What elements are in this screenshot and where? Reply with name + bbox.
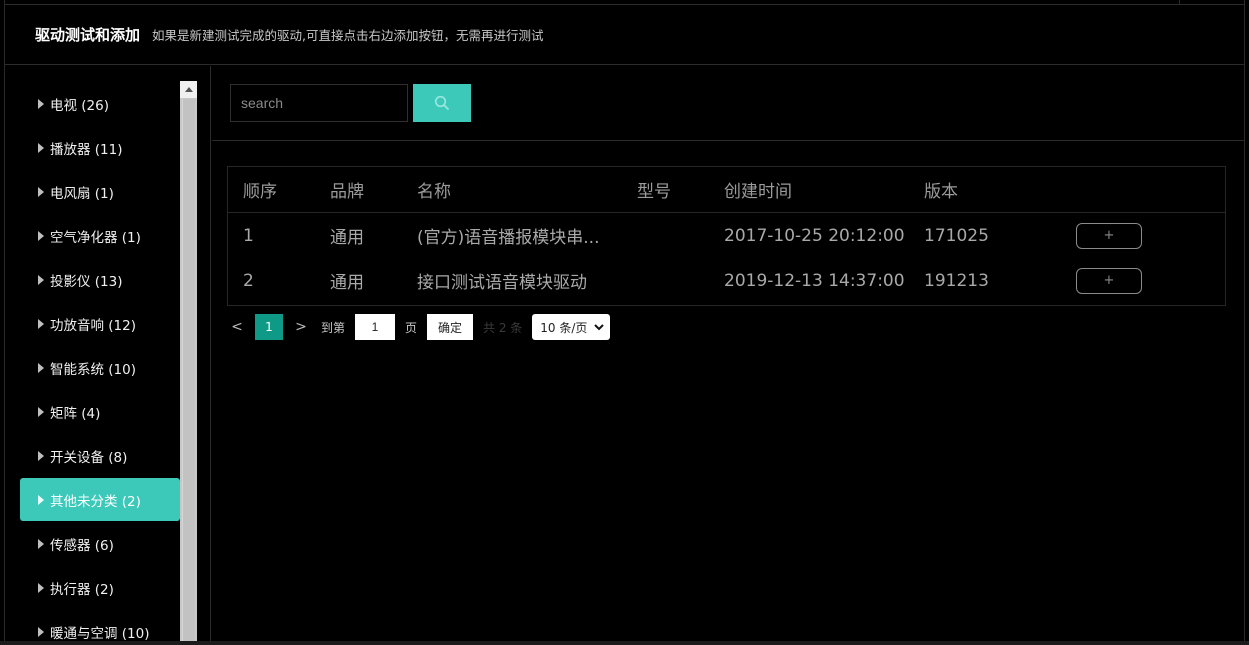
- chevron-down-icon: [594, 324, 605, 331]
- sidebar-item-fan[interactable]: 电风扇 (1): [20, 170, 180, 213]
- search-icon: [434, 95, 449, 110]
- page-header: 驱动测试和添加 如果是新建测试完成的驱动,可直接点击右边添加按钮，无需再进行测试: [5, 5, 1244, 65]
- caret-right-icon: [38, 98, 44, 109]
- main-content: 顺序 品牌 名称 型号 创建时间 版本 1 通用 (官方)语音播报模块串... …: [212, 66, 1245, 645]
- row-version: 191213: [924, 270, 989, 291]
- sidebar-item-label: 执行器 (2): [50, 581, 114, 598]
- page-unit-label: 页: [405, 320, 418, 335]
- row-created: 2019-12-13 14:37:00: [724, 270, 905, 291]
- caret-right-icon: [38, 142, 44, 153]
- goto-label: 到第: [321, 320, 346, 335]
- sidebar-item-label: 空气净化器 (1): [50, 229, 141, 246]
- sidebar-item-label: 其他未分类 (2): [50, 493, 141, 510]
- column-header-created: 创建时间: [724, 182, 792, 202]
- row-created: 2017-10-25 20:12:00: [724, 225, 905, 246]
- search-bar: [212, 66, 1245, 141]
- category-list: 电视 (26) 播放器 (11) 电风扇 (1) 空气净化器 (1) 投影仪 (…: [20, 82, 180, 645]
- sidebar-item-label: 投影仪 (13): [50, 273, 123, 290]
- sidebar-item-label: 开关设备 (8): [50, 449, 128, 466]
- goto-page-input[interactable]: [355, 314, 396, 340]
- row-name: 接口测试语音模块驱动: [417, 273, 587, 293]
- sidebar-item-label: 功放音响 (12): [50, 317, 137, 334]
- sidebar-item-label: 播放器 (11): [50, 141, 123, 158]
- sidebar-item-uncategorized[interactable]: 其他未分类 (2): [20, 478, 180, 521]
- caret-right-icon: [38, 626, 44, 637]
- table-row: 1 通用 (官方)语音播报模块串... 2017-10-25 20:12:00 …: [228, 213, 1225, 258]
- sidebar-item-label: 传感器 (6): [50, 537, 114, 554]
- page-subtitle: 如果是新建测试完成的驱动,可直接点击右边添加按钮，无需再进行测试: [152, 28, 544, 43]
- table-row: 2 通用 接口测试语音模块驱动 2019-12-13 14:37:00 1912…: [228, 258, 1225, 303]
- page-title: 驱动测试和添加: [35, 26, 141, 44]
- prev-page-icon[interactable]: <: [227, 319, 247, 335]
- row-name: (官方)语音播报模块串...: [417, 228, 600, 248]
- scroll-up-arrow-icon[interactable]: [180, 81, 197, 98]
- bottom-border: [0, 641, 1249, 645]
- sidebar-item-switch-device[interactable]: 开关设备 (8): [20, 434, 180, 477]
- caret-right-icon: [38, 186, 44, 197]
- caret-right-icon: [38, 582, 44, 593]
- row-brand: 通用: [330, 228, 364, 248]
- row-version: 171025: [924, 225, 989, 246]
- caret-right-icon: [38, 538, 44, 549]
- sidebar-item-sensor[interactable]: 传感器 (6): [20, 522, 180, 565]
- sidebar-item-label: 暖通与空调 (10): [50, 625, 150, 642]
- driver-table: 顺序 品牌 名称 型号 创建时间 版本 1 通用 (官方)语音播报模块串... …: [227, 166, 1226, 306]
- sidebar-item-label: 智能系统 (10): [50, 361, 137, 378]
- sidebar-item-hvac[interactable]: 暖通与空调 (10): [20, 610, 180, 645]
- sidebar-item-label: 电风扇 (1): [50, 185, 114, 202]
- category-sidebar: 电视 (26) 播放器 (11) 电风扇 (1) 空气净化器 (1) 投影仪 (…: [5, 66, 211, 645]
- page-size-value: 10 条/页: [540, 320, 588, 335]
- sidebar-scrollbar[interactable]: [180, 81, 197, 645]
- column-header-brand: 品牌: [330, 182, 364, 202]
- sidebar-item-label: 电视 (26): [50, 97, 110, 114]
- column-header-model: 型号: [637, 182, 671, 202]
- add-driver-button[interactable]: +: [1076, 267, 1142, 294]
- caret-right-icon: [38, 494, 44, 505]
- caret-right-icon: [38, 230, 44, 241]
- goto-confirm-button[interactable]: 确定: [427, 314, 474, 340]
- row-index: 2: [243, 270, 254, 291]
- page-size-select[interactable]: 10 条/页: [532, 314, 611, 340]
- caret-right-icon: [38, 274, 44, 285]
- sidebar-item-amplifier[interactable]: 功放音响 (12): [20, 302, 180, 345]
- sidebar-item-player[interactable]: 播放器 (11): [20, 126, 180, 169]
- next-page-icon[interactable]: >: [291, 319, 311, 335]
- sidebar-item-projector[interactable]: 投影仪 (13): [20, 258, 180, 301]
- sidebar-item-smart-system[interactable]: 智能系统 (10): [20, 346, 180, 389]
- caret-right-icon: [38, 406, 44, 417]
- sidebar-item-actuator[interactable]: 执行器 (2): [20, 566, 180, 609]
- sidebar-item-tv[interactable]: 电视 (26): [20, 82, 180, 125]
- pagination: < 1 > 到第 页 确定 共 2 条 10 条/页: [227, 313, 611, 341]
- caret-right-icon: [38, 362, 44, 373]
- search-input[interactable]: [230, 84, 408, 122]
- caret-right-icon: [38, 450, 44, 461]
- add-driver-button[interactable]: +: [1076, 222, 1142, 249]
- row-action: +: [1076, 213, 1142, 258]
- scrollbar-thumb[interactable]: [182, 99, 195, 645]
- column-header-index: 顺序: [243, 182, 277, 202]
- column-header-version: 版本: [924, 182, 958, 202]
- row-brand: 通用: [330, 273, 364, 293]
- sidebar-item-air-purifier[interactable]: 空气净化器 (1): [20, 214, 180, 257]
- page-number-current[interactable]: 1: [255, 314, 283, 340]
- sidebar-item-label: 矩阵 (4): [50, 405, 101, 422]
- row-action: +: [1076, 258, 1142, 303]
- app-frame: 驱动测试和添加 如果是新建测试完成的驱动,可直接点击右边添加按钮，无需再进行测试…: [4, 0, 1245, 645]
- search-button[interactable]: [413, 84, 471, 122]
- column-header-name: 名称: [417, 182, 451, 202]
- caret-right-icon: [38, 318, 44, 329]
- sidebar-item-matrix[interactable]: 矩阵 (4): [20, 390, 180, 433]
- table-header: 顺序 品牌 名称 型号 创建时间 版本: [228, 167, 1225, 213]
- total-count: 共 2 条: [483, 320, 523, 335]
- row-index: 1: [243, 225, 254, 246]
